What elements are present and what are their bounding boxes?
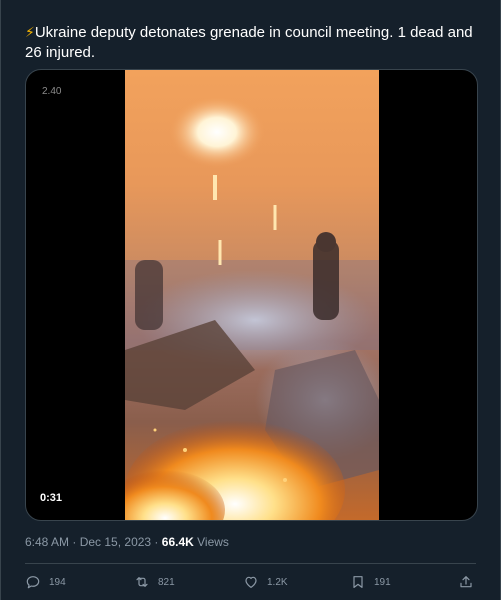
video-duration: 0:31 [36,490,67,506]
video-watermark: 2.40 [42,86,62,97]
like-count: 1.2K [267,576,288,588]
repost-count: 821 [158,576,175,588]
reply-button[interactable]: 194 [25,570,66,594]
tweet-text: ⚡Ukraine deputy detonates grenade in cou… [25,22,485,63]
share-icon [460,576,472,588]
views-label: Views [193,535,229,549]
tweet-meta: 6:48 AM · Dec 15, 2023 · 66.4K Views [25,535,229,549]
lightning-emoji: ⚡ [25,24,35,40]
video-still [125,96,379,520]
like-button[interactable]: 1.2K [243,570,288,594]
tweet-time[interactable]: 6:48 AM [25,535,69,549]
repost-button[interactable]: 821 [134,570,175,594]
bookmark-count: 191 [374,576,391,588]
reply-count: 194 [49,576,66,588]
heart-icon [245,576,257,588]
bookmark-button[interactable]: 191 [350,570,391,594]
meta-separator: · [151,535,162,549]
video-player[interactable]: 2.40 0:31 [25,69,478,521]
repost-icon [136,577,148,587]
reply-icon [26,576,40,589]
views-count[interactable]: 66.4K [162,535,194,549]
tweet-date[interactable]: Dec 15, 2023 [80,535,151,549]
meta-separator: · [69,535,80,549]
tweet-card: ⚡Ukraine deputy detonates grenade in cou… [0,0,501,600]
divider [25,563,476,564]
bookmark-icon [353,576,363,588]
tweet-body: Ukraine deputy detonates grenade in coun… [25,24,473,61]
video-frame[interactable] [125,70,379,520]
share-button[interactable] [458,570,474,594]
action-bar: 194 821 1.2K 191 [25,570,478,594]
